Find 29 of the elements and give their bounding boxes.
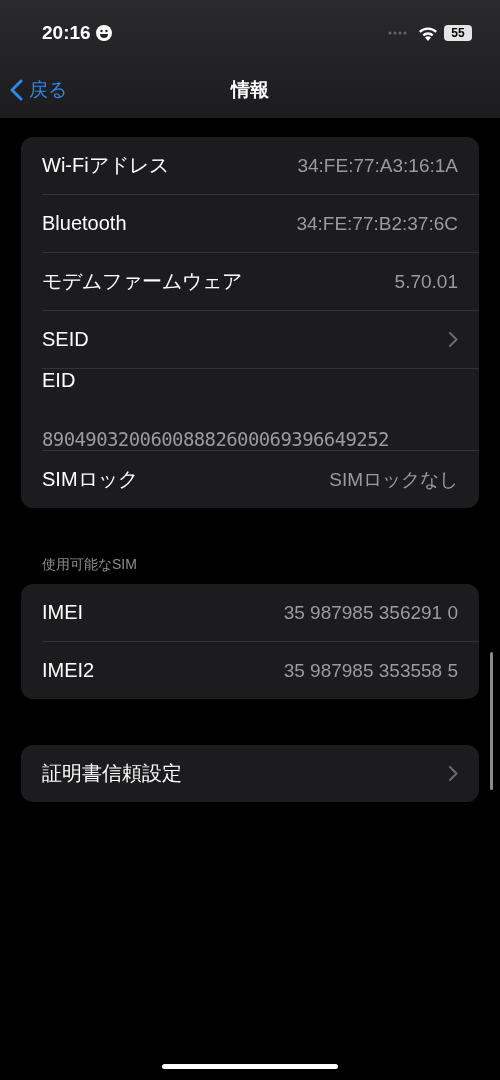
row-label: モデムファームウェア xyxy=(42,269,243,294)
page-title: 情報 xyxy=(231,78,269,102)
chevron-icon xyxy=(449,766,458,781)
row-value: 35 987985 353558 5 xyxy=(283,659,458,682)
signal-icon xyxy=(388,31,408,35)
row-label: IMEI xyxy=(42,601,85,624)
chevron-icon xyxy=(449,332,458,347)
settings-row[interactable]: 証明書信頼設定 xyxy=(42,745,479,802)
wifi-icon xyxy=(418,25,438,41)
section-header: 使用可能なSIM xyxy=(42,556,138,574)
status-time: 20:16 xyxy=(42,22,91,44)
settings-row[interactable]: SEID xyxy=(42,310,479,368)
row-value: 5.70.01 xyxy=(394,270,458,293)
back-chevron-icon xyxy=(10,79,23,101)
battery-icon: 55 xyxy=(444,25,472,41)
row-label: SIMロック xyxy=(42,467,139,492)
row-value: SIMロックなし xyxy=(329,467,458,492)
row-label: EID xyxy=(42,369,77,393)
row-value: 89049032006008882600069396649252 xyxy=(42,428,390,450)
row-label: 証明書信頼設定 xyxy=(42,761,183,786)
row-value: 34:FE:77:A3:16:1A xyxy=(297,154,458,177)
row-value: 34:FE:77:B2:37:6C xyxy=(296,212,458,235)
back-button[interactable]: 戻る xyxy=(10,77,67,103)
row-label: Wi-Fiアドレス xyxy=(42,153,170,178)
row-label: Bluetooth xyxy=(42,212,128,235)
row-label: SEID xyxy=(42,328,90,351)
row-label: IMEI2 xyxy=(42,659,96,682)
row-value: 35 987985 356291 0 xyxy=(283,601,458,624)
smiley-icon xyxy=(95,25,112,41)
